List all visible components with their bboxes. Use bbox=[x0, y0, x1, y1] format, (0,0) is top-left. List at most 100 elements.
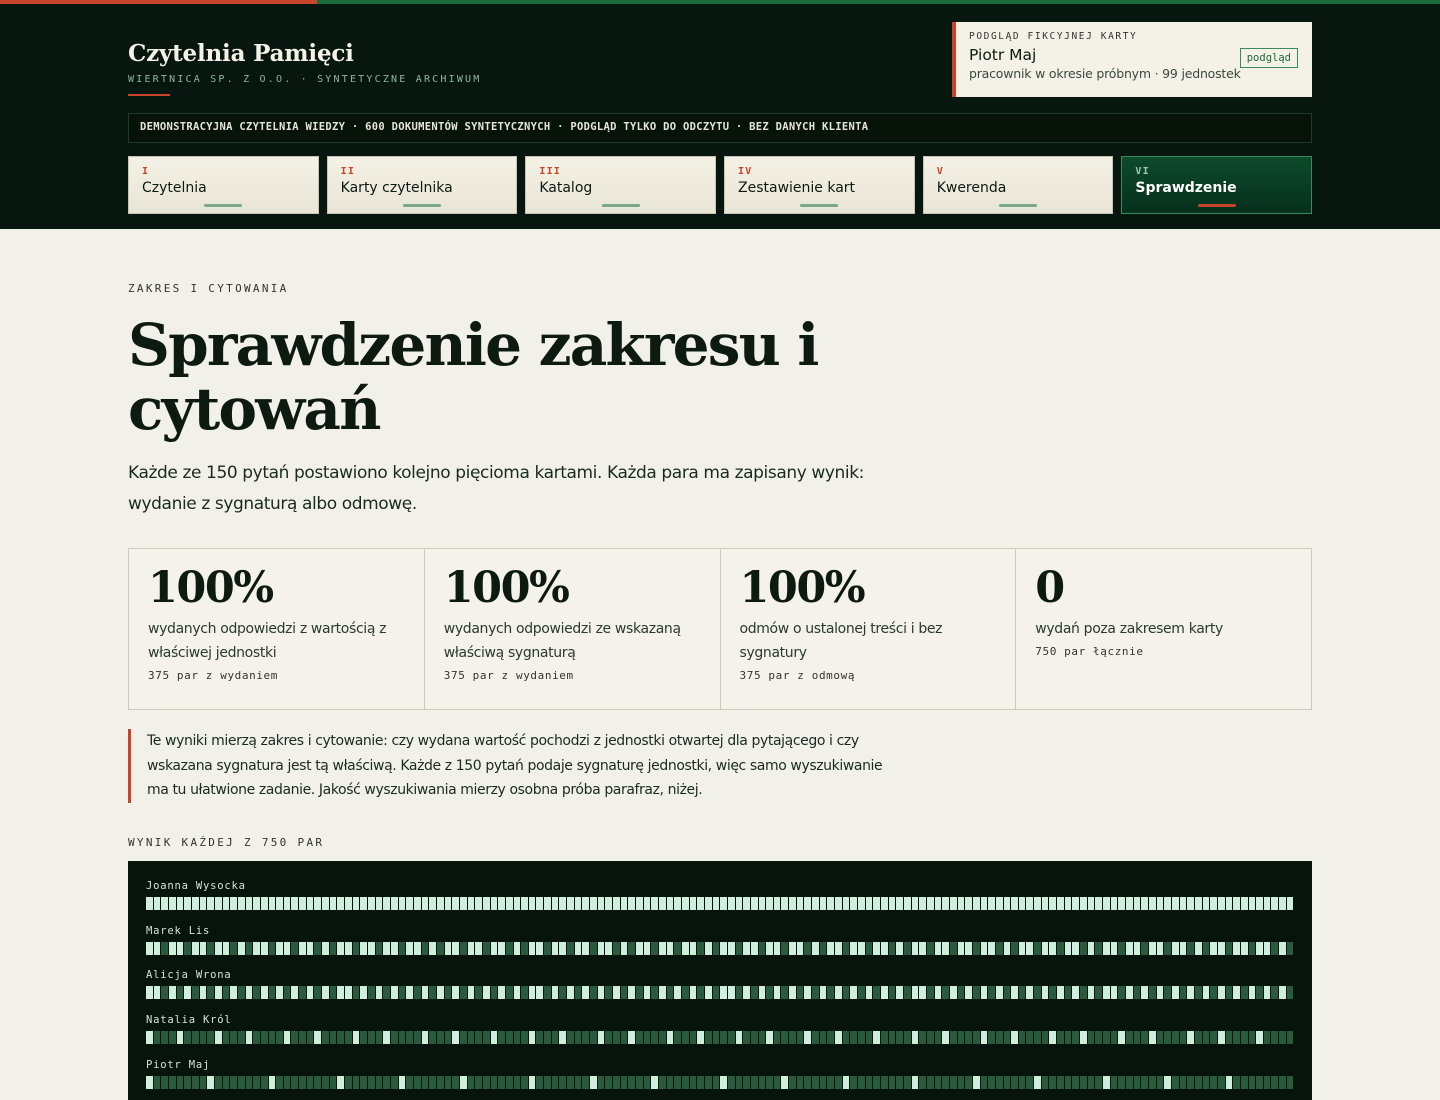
result-cell bbox=[582, 1031, 590, 1045]
result-cell bbox=[459, 897, 467, 910]
result-cell bbox=[260, 897, 268, 910]
tab-number: VI bbox=[1135, 166, 1150, 177]
method-note: Te wyniki mierzą zakres i cytowanie: czy… bbox=[128, 729, 888, 803]
result-cell bbox=[161, 1075, 168, 1089]
result-cell bbox=[544, 941, 551, 955]
result-cell bbox=[995, 986, 1003, 1000]
result-cell bbox=[972, 897, 980, 910]
result-cell bbox=[1156, 941, 1164, 955]
result-cell bbox=[620, 1075, 628, 1089]
result-cell bbox=[1286, 986, 1294, 1000]
result-cell bbox=[666, 897, 674, 910]
result-cell bbox=[475, 1075, 482, 1089]
stat-card: 100% odmów o ustalonej treści i bez sygn… bbox=[721, 549, 1017, 709]
result-cell bbox=[582, 1075, 590, 1089]
result-cell bbox=[766, 941, 773, 955]
result-cell bbox=[995, 941, 1003, 955]
tab-karty-czytelnika[interactable]: II Karty czytelnika bbox=[326, 156, 518, 214]
result-cell bbox=[766, 897, 773, 910]
result-cell bbox=[720, 941, 727, 955]
result-cell bbox=[980, 897, 988, 910]
result-cell bbox=[980, 1031, 988, 1045]
result-cell bbox=[727, 986, 735, 1000]
result-cell bbox=[551, 897, 559, 910]
brand-title[interactable]: Czytelnia Pamięci bbox=[128, 40, 481, 67]
result-cell bbox=[230, 941, 237, 955]
result-cell bbox=[1179, 1031, 1187, 1045]
result-cell bbox=[919, 897, 926, 910]
result-cell bbox=[1171, 1075, 1179, 1089]
preview-button[interactable]: podgląd bbox=[1239, 48, 1298, 68]
result-cell bbox=[375, 986, 383, 1000]
result-cell bbox=[245, 941, 253, 955]
result-cell bbox=[881, 897, 888, 910]
result-cell bbox=[521, 1031, 528, 1045]
result-cell bbox=[735, 1031, 743, 1045]
app-header: Czytelnia Pamięci WIERTNICA SP. Z O.O. ·… bbox=[0, 4, 1440, 229]
result-cell bbox=[781, 1031, 789, 1045]
result-cell bbox=[1018, 986, 1026, 1000]
result-cell bbox=[322, 1075, 329, 1089]
result-cell bbox=[1141, 986, 1148, 1000]
result-cell bbox=[590, 986, 597, 1000]
result-cell bbox=[1049, 1075, 1057, 1089]
result-cell bbox=[590, 1031, 597, 1045]
result-cell bbox=[375, 1075, 383, 1089]
stat-description: wydanych odpowiedzi z wartością z właści… bbox=[148, 621, 387, 661]
result-cell bbox=[1095, 897, 1103, 910]
tab-kwerenda[interactable]: V Kwerenda bbox=[922, 156, 1114, 214]
result-cell bbox=[521, 1075, 528, 1089]
result-cell bbox=[436, 1031, 444, 1045]
result-cell bbox=[375, 941, 383, 955]
result-cell bbox=[1187, 1031, 1194, 1045]
result-cell bbox=[636, 941, 643, 955]
result-cell bbox=[720, 1075, 727, 1089]
tab-katalog[interactable]: III Katalog bbox=[525, 156, 717, 214]
result-cell bbox=[750, 986, 758, 1000]
result-cell bbox=[199, 1075, 207, 1089]
result-cell bbox=[850, 986, 858, 1000]
tab-sprawdzenie[interactable]: VI Sprawdzenie bbox=[1121, 156, 1313, 214]
result-cell bbox=[184, 986, 191, 1000]
result-cell bbox=[842, 986, 850, 1000]
result-cell bbox=[689, 986, 697, 1000]
result-cell bbox=[934, 897, 942, 910]
result-cell bbox=[789, 986, 796, 1000]
result-cell bbox=[666, 1031, 674, 1045]
result-cell bbox=[168, 986, 176, 1000]
result-cell bbox=[858, 941, 865, 955]
result-cell bbox=[689, 941, 697, 955]
result-cell bbox=[283, 1075, 291, 1089]
result-cell bbox=[482, 1075, 490, 1089]
result-cell bbox=[498, 941, 505, 955]
tab-czytelnia[interactable]: I Czytelnia bbox=[128, 156, 319, 214]
result-cell bbox=[191, 897, 199, 910]
result-cell bbox=[214, 1031, 222, 1045]
result-cell bbox=[352, 897, 360, 910]
result-cell bbox=[888, 941, 896, 955]
result-cell bbox=[720, 1031, 727, 1045]
result-cell bbox=[681, 986, 689, 1000]
result-cell bbox=[222, 986, 230, 1000]
tab-indicator bbox=[1197, 204, 1236, 207]
result-cell bbox=[735, 986, 743, 1000]
result-cell bbox=[1263, 1075, 1271, 1089]
result-cell bbox=[421, 1075, 429, 1089]
result-cell bbox=[1217, 986, 1225, 1000]
result-cell bbox=[1256, 1031, 1263, 1045]
result-cell bbox=[1095, 941, 1103, 955]
result-cell bbox=[368, 986, 375, 1000]
result-cell bbox=[498, 1031, 505, 1045]
result-cell bbox=[972, 1031, 980, 1045]
tab-zestawienie-kart[interactable]: IV Zestawienie kart bbox=[724, 156, 915, 214]
result-cell bbox=[161, 1031, 168, 1045]
result-cell bbox=[605, 1075, 613, 1089]
result-cell bbox=[1072, 1031, 1080, 1045]
result-cell bbox=[291, 941, 299, 955]
result-cell bbox=[467, 986, 475, 1000]
tab-number: III bbox=[539, 166, 562, 177]
result-cell bbox=[858, 897, 865, 910]
result-cell bbox=[620, 941, 628, 955]
result-cell bbox=[903, 986, 911, 1000]
result-cell bbox=[444, 897, 452, 910]
